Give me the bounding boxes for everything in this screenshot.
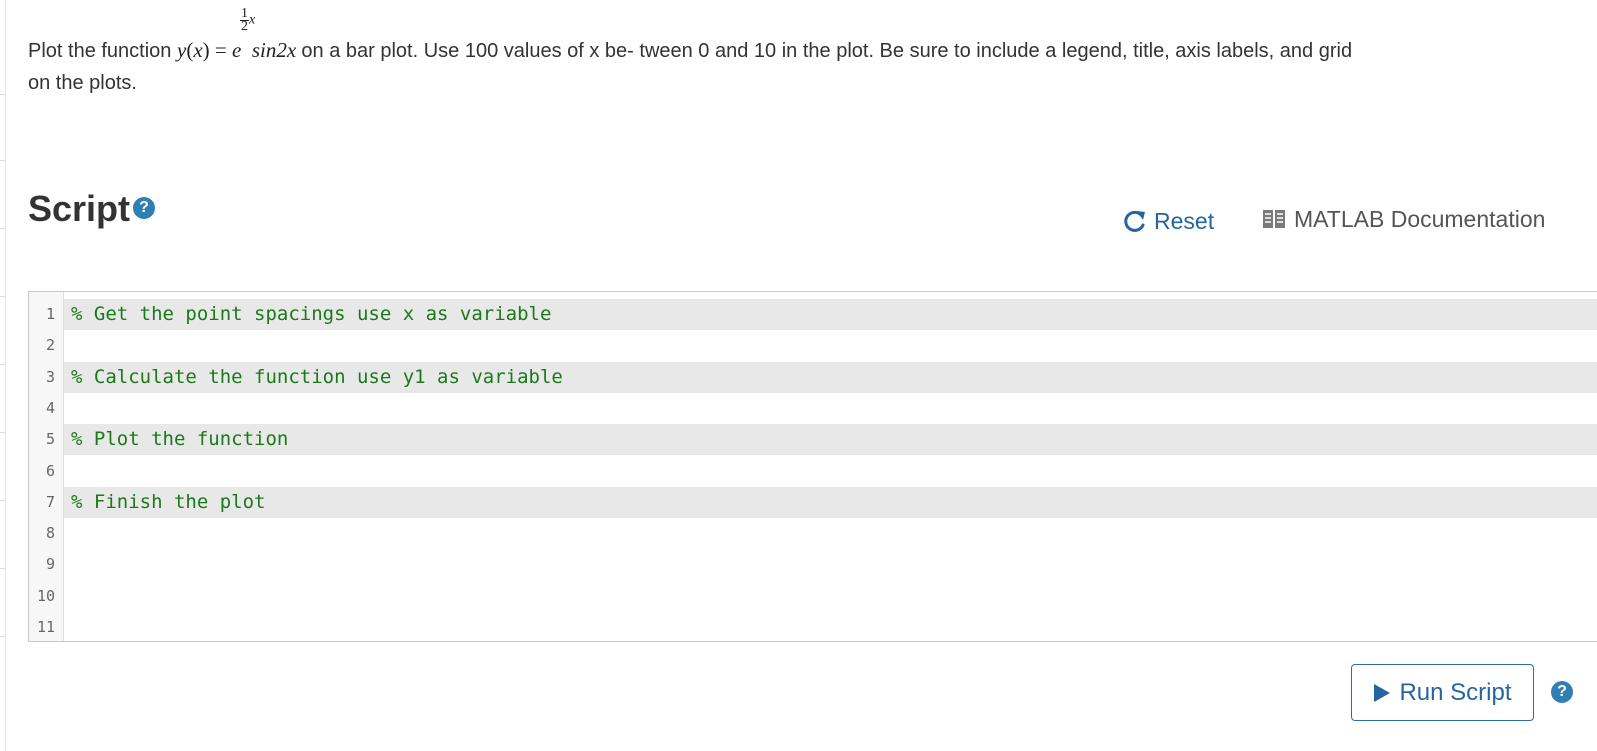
line-number: 9 (45, 555, 55, 574)
line-number: 7 (45, 492, 55, 511)
problem-line-2: on the plots. (28, 72, 137, 94)
code-line[interactable] (64, 330, 1597, 361)
code-line[interactable]: % Get the point spacings use x as variab… (64, 299, 1597, 331)
line-number: 4 (45, 398, 55, 417)
code-line[interactable]: % Calculate the function use y1 as varia… (64, 361, 1597, 393)
problem-suffix: on a bar plot. Use 100 values of x be- t… (301, 40, 1353, 62)
docs-label: MATLAB Documentation (1294, 205, 1546, 232)
line-number: 1 (45, 305, 55, 323)
math-sin-x: x (286, 38, 297, 62)
reset-button[interactable]: Reset (1122, 205, 1214, 237)
rule-tick (0, 432, 5, 433)
rule-tick (0, 364, 5, 365)
code-line[interactable]: % Finish the plot (64, 486, 1597, 519)
math-exponent: 1 2 x (239, 7, 256, 34)
problem-line-1: Plot the function y(x) = e 1 2 x sin2x o… (28, 7, 1353, 68)
code-line[interactable] (64, 393, 1597, 424)
math-y: y (176, 38, 187, 62)
rule-tick (0, 636, 5, 637)
matlab-documentation-link[interactable]: MATLAB Documentation (1262, 203, 1545, 235)
line-number: 8 (45, 524, 55, 543)
rule-tick (0, 160, 5, 161)
rule-tick (0, 568, 5, 569)
code-line[interactable] (64, 456, 1597, 487)
code-text: % Finish the plot (71, 490, 266, 513)
line-number: 5 (45, 430, 55, 449)
code-line[interactable] (64, 581, 1597, 612)
reset-label: Reset (1154, 207, 1215, 234)
math-e: e (231, 38, 242, 62)
code-text: % Calculate the function use y1 as varia… (71, 365, 563, 388)
exp-variable: x (248, 12, 256, 28)
script-heading: Script (28, 188, 131, 229)
code-line[interactable] (64, 612, 1597, 643)
line-number: 3 (45, 367, 55, 386)
page-left-rule (0, 0, 6, 751)
book-icon (1263, 210, 1285, 228)
code-text: % Get the point spacings use x as variab… (71, 303, 552, 325)
help-icon[interactable]: ? (1551, 681, 1573, 703)
line-number: 11 (36, 618, 55, 636)
code-area[interactable]: % Get the point spacings use x as variab… (64, 292, 1597, 641)
line-number: 2 (45, 336, 55, 355)
run-script-label: Run Script (1399, 678, 1512, 706)
rule-tick (0, 228, 5, 229)
math-exponential: e 1 2 x (231, 7, 255, 67)
math-sin: sin2 (251, 38, 287, 62)
math-formula: y(x) = e 1 2 x sin2x (176, 7, 301, 63)
rule-tick (0, 296, 5, 297)
rule-tick (0, 94, 5, 95)
problem-prefix: Plot the function (28, 40, 177, 62)
help-icon[interactable]: ? (133, 197, 155, 219)
refresh-icon (1124, 210, 1145, 232)
frac-denominator: 2 (240, 19, 248, 34)
code-editor[interactable]: % Get the point spacings use x as variab… (28, 291, 1597, 642)
math-fraction: 1 2 (239, 7, 249, 34)
run-script-button[interactable]: Run Script (1351, 664, 1534, 721)
line-number: 6 (45, 461, 55, 480)
line-number: 10 (36, 586, 55, 605)
code-line[interactable] (64, 518, 1597, 549)
play-icon (1374, 683, 1391, 702)
math-x: x (193, 38, 203, 62)
code-line[interactable]: % Plot the function (64, 424, 1597, 456)
code-line[interactable] (64, 549, 1597, 580)
rule-tick (0, 500, 5, 501)
code-text: % Plot the function (71, 428, 289, 451)
